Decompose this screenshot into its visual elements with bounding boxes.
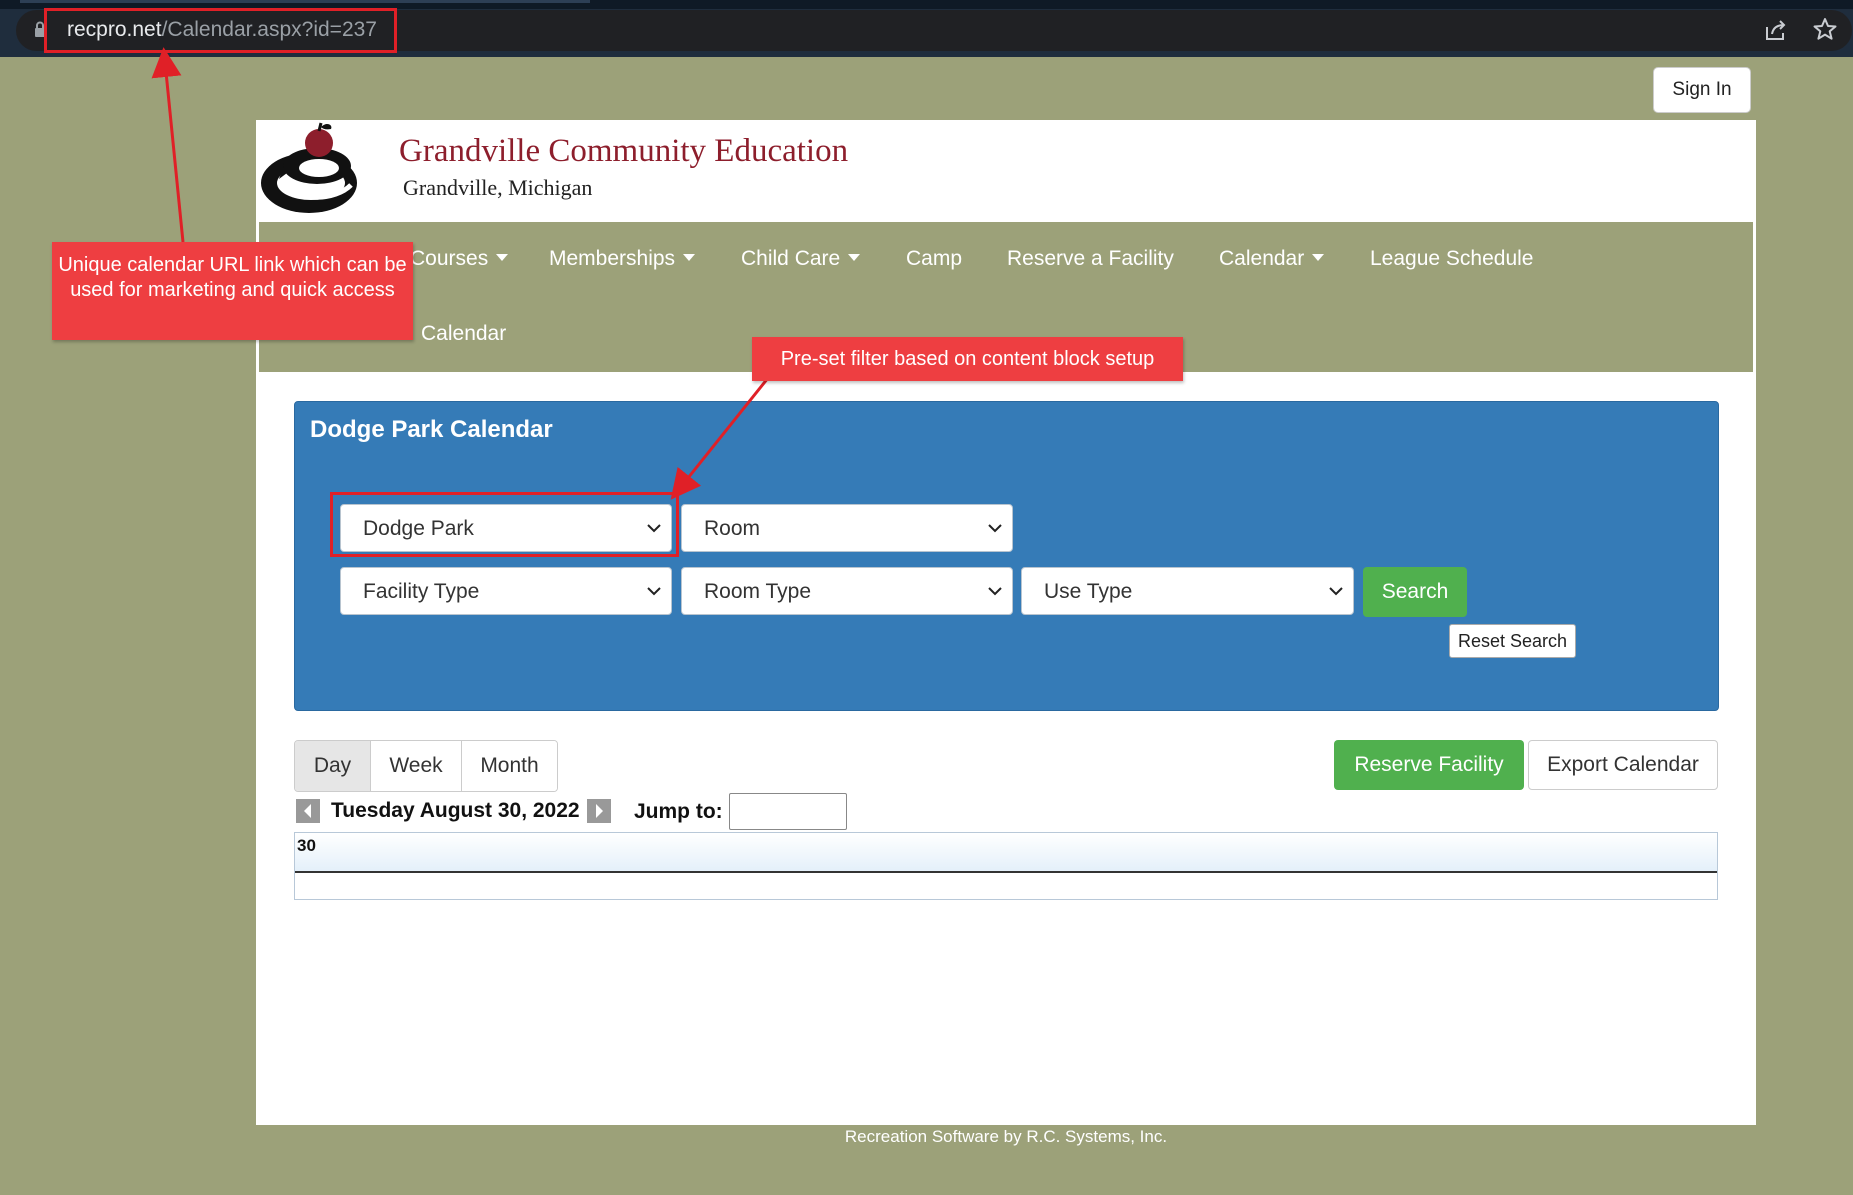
url-callout: Unique calendar URL link which can be us… — [52, 242, 413, 340]
annotation-arrows — [151, 47, 770, 500]
url-highlight-box — [44, 8, 397, 53]
facility-filter-highlight-box — [330, 492, 679, 557]
url-callout-arrow — [151, 47, 185, 243]
filter-callout-arrow — [670, 377, 770, 500]
filter-callout: Pre-set filter based on content block se… — [752, 337, 1183, 381]
